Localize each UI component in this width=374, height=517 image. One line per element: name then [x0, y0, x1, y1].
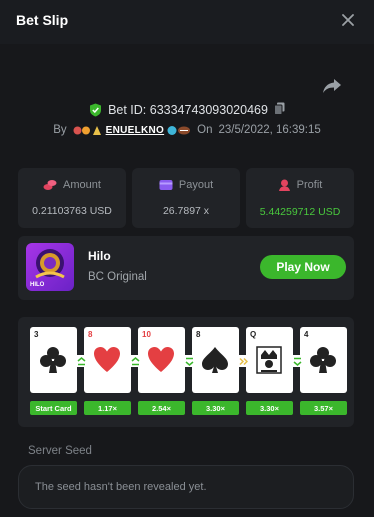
playing-card: 4 [300, 327, 347, 393]
card-rank: Q [250, 330, 257, 339]
bet-id: Bet ID: 63334743093020469 [108, 103, 268, 117]
copy-icon [273, 102, 285, 115]
bet-stats: Amount 0.21103763 USD Payout 26.7897 x P… [18, 168, 354, 228]
profit-icon [278, 179, 290, 191]
bet-byline: By ENUELKNO On 23/5/2022, 16:39:15 [0, 124, 374, 136]
playing-card: 3 [30, 327, 77, 393]
play-now-button[interactable]: Play Now [260, 255, 346, 279]
amount-stat: Amount 0.21103763 USD [18, 168, 126, 228]
playing-card: Q [246, 327, 293, 393]
card-multiplier: 3.30× [192, 401, 239, 415]
card-multiplier: 3.30× [246, 401, 293, 415]
copy-bet-id-button[interactable] [273, 102, 285, 118]
card-rank: 8 [88, 330, 93, 339]
on-label: On [197, 124, 213, 136]
card-rank: 10 [142, 330, 151, 339]
modal-body: Bet ID: 63334743093020469 By ENUELKNO On… [0, 44, 374, 517]
payout-label: Payout [178, 179, 214, 191]
profit-value: 5.44259712 USD [259, 205, 341, 218]
coins-icon [43, 180, 57, 190]
guess-lower-icon [291, 355, 303, 367]
amount-value: 0.21103763 USD [32, 205, 112, 217]
card-multiplier: Start Card [30, 401, 77, 415]
playing-card: 10 [138, 327, 185, 393]
share-button[interactable] [322, 78, 344, 96]
by-label: By [53, 124, 67, 136]
close-button[interactable] [338, 10, 358, 30]
card-multiplier: 2.54× [138, 401, 185, 415]
playing-card: 8 [192, 327, 239, 393]
close-icon [342, 14, 354, 26]
guess-higher-icon [129, 355, 141, 367]
card-rank: 8 [196, 330, 201, 339]
profit-stat: Profit 5.44259712 USD [246, 168, 354, 228]
card-multiplier: 3.57× [300, 401, 347, 415]
guess-skip-icon [237, 355, 249, 367]
club-icon [38, 345, 68, 375]
server-seed-placeholder: The seed hasn't been revealed yet. [35, 481, 207, 493]
modal-header: Bet Slip [0, 0, 374, 45]
badge-icon [73, 125, 101, 135]
heart-icon [146, 345, 176, 375]
thumb-text: HILO [30, 282, 45, 288]
game-provider: BC Original [88, 271, 147, 283]
payout-stat: Payout 26.7897 x [132, 168, 240, 228]
bet-datetime: 23/5/2022, 16:39:15 [218, 124, 321, 136]
username-link[interactable]: ENUELKNO [73, 125, 192, 136]
wallet-icon [159, 180, 173, 190]
playing-card: 8 [84, 327, 131, 393]
guess-higher-icon [75, 355, 87, 367]
game-card: HILO Hilo BC Original Play Now [18, 236, 354, 300]
server-seed-label: Server Seed [28, 445, 92, 457]
club-icon [308, 345, 338, 375]
amount-label: Amount [63, 179, 101, 191]
profit-label: Profit [296, 179, 323, 191]
game-thumbnail[interactable]: HILO [26, 243, 74, 291]
game-name: Hilo [88, 249, 111, 263]
card-rank: 3 [34, 330, 39, 339]
king-icon [254, 345, 284, 375]
card-multiplier: 1.17× [84, 401, 131, 415]
emoji-icon [167, 125, 191, 135]
card-rank: 4 [304, 330, 309, 339]
shield-check-icon [90, 103, 102, 117]
hilo-card-history: 3 Start Card 8 1.17× 10 2.54× 8 3.30× Q 3.30× 4 3.5… [18, 317, 354, 427]
heart-icon [92, 345, 122, 375]
bet-slip-modal: Bet Slip Bet ID: 63334743093020469 By EN… [0, 0, 374, 517]
modal-title: Bet Slip [16, 12, 69, 28]
share-icon [323, 79, 341, 93]
username: ENUELKNO [105, 124, 165, 136]
guess-lower-icon [183, 355, 195, 367]
server-seed-field: The seed hasn't been revealed yet. [18, 465, 354, 509]
bet-id-row: Bet ID: 63334743093020469 [0, 102, 374, 118]
spade-icon [200, 345, 230, 375]
payout-value: 26.7897 x [162, 205, 210, 217]
